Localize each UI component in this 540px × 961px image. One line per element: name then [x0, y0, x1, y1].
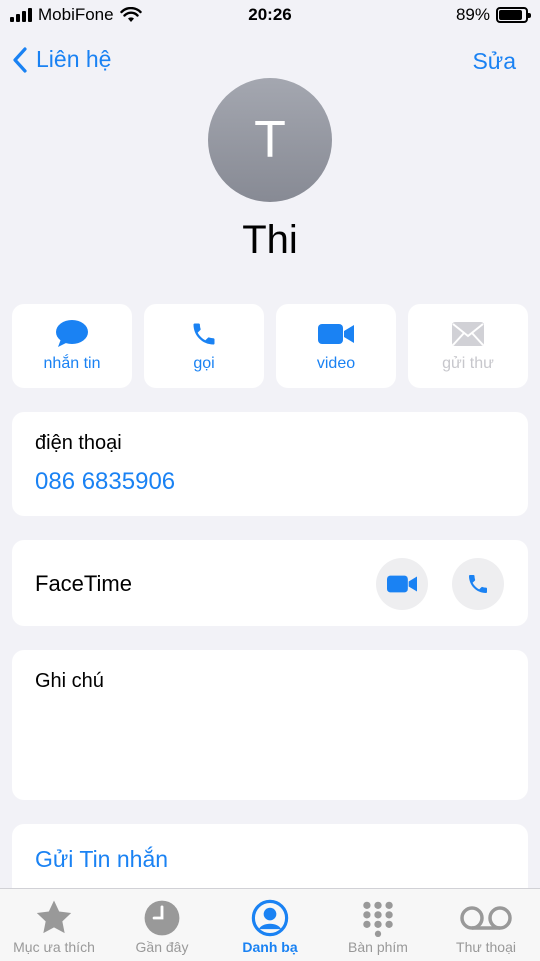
tab-contacts[interactable]: Danh bạ	[216, 889, 324, 961]
star-icon	[36, 900, 72, 934]
facetime-video-button[interactable]	[376, 558, 428, 610]
video-icon	[387, 575, 417, 593]
action-row: nhắn tin gọi video gửi thư	[12, 304, 528, 388]
phone-label: điện thoại	[35, 432, 122, 454]
contact-name: Thi	[242, 218, 298, 262]
clock-icon	[144, 900, 180, 936]
battery-icon	[496, 7, 531, 23]
message-button[interactable]: nhắn tin	[12, 304, 132, 388]
mail-button[interactable]: gửi thư	[408, 304, 528, 388]
video-button[interactable]: video	[276, 304, 396, 388]
call-button[interactable]: gọi	[144, 304, 264, 388]
tab-contacts-label: Danh bạ	[242, 939, 298, 955]
phone-icon	[193, 323, 215, 345]
keypad-icon	[363, 901, 393, 937]
voicemail-icon	[460, 906, 512, 930]
back-button[interactable]: Liên hệ	[12, 46, 111, 73]
video-label: video	[316, 355, 356, 372]
mail-label: gửi thư	[442, 355, 494, 372]
phone-icon	[469, 575, 487, 593]
phone-number[interactable]: 086 6835906	[35, 468, 175, 496]
battery-fill	[499, 10, 523, 20]
tab-favorites[interactable]: Mục ưa thích	[0, 889, 108, 961]
battery-percent: 89%	[455, 5, 490, 24]
chevron-left-icon	[13, 46, 27, 73]
tab-keypad[interactable]: Bàn phím	[324, 889, 432, 961]
tab-keypad-label: Bàn phím	[348, 939, 408, 955]
mail-icon	[452, 322, 484, 346]
facetime-audio-button[interactable]	[452, 558, 504, 610]
notes-label: Ghi chú	[35, 670, 104, 692]
message-icon	[56, 320, 88, 347]
back-label: Liên hệ	[36, 46, 112, 72]
avatar-initial: T	[254, 111, 286, 169]
send-message-button[interactable]: Gửi Tin nhắn	[35, 846, 168, 873]
avatar: T	[208, 78, 332, 202]
message-label: nhắn tin	[43, 355, 101, 372]
edit-button[interactable]: Sửa	[472, 48, 516, 75]
contacts-icon	[251, 899, 289, 937]
tab-voicemail-label: Thư thoại	[456, 939, 516, 955]
status-right: 89%	[455, 5, 531, 25]
tab-recents[interactable]: Gần đây	[108, 889, 216, 961]
video-icon	[318, 324, 354, 344]
call-label: gọi	[193, 355, 215, 372]
tab-voicemail[interactable]: Thư thoại	[432, 889, 540, 961]
tab-bar: Mục ưa thích Gần đây Danh bạ Bàn phím Th…	[0, 888, 540, 961]
notes-card[interactable]: Ghi chú	[12, 650, 528, 800]
facetime-card: FaceTime	[12, 540, 528, 626]
tab-favorites-label: Mục ưa thích	[13, 939, 95, 955]
tab-recents-label: Gần đây	[135, 939, 189, 955]
phone-card: điện thoại 086 6835906	[12, 412, 528, 516]
facetime-label: FaceTime	[35, 571, 132, 596]
status-bar: MobiFone 20:26 89%	[0, 0, 540, 30]
